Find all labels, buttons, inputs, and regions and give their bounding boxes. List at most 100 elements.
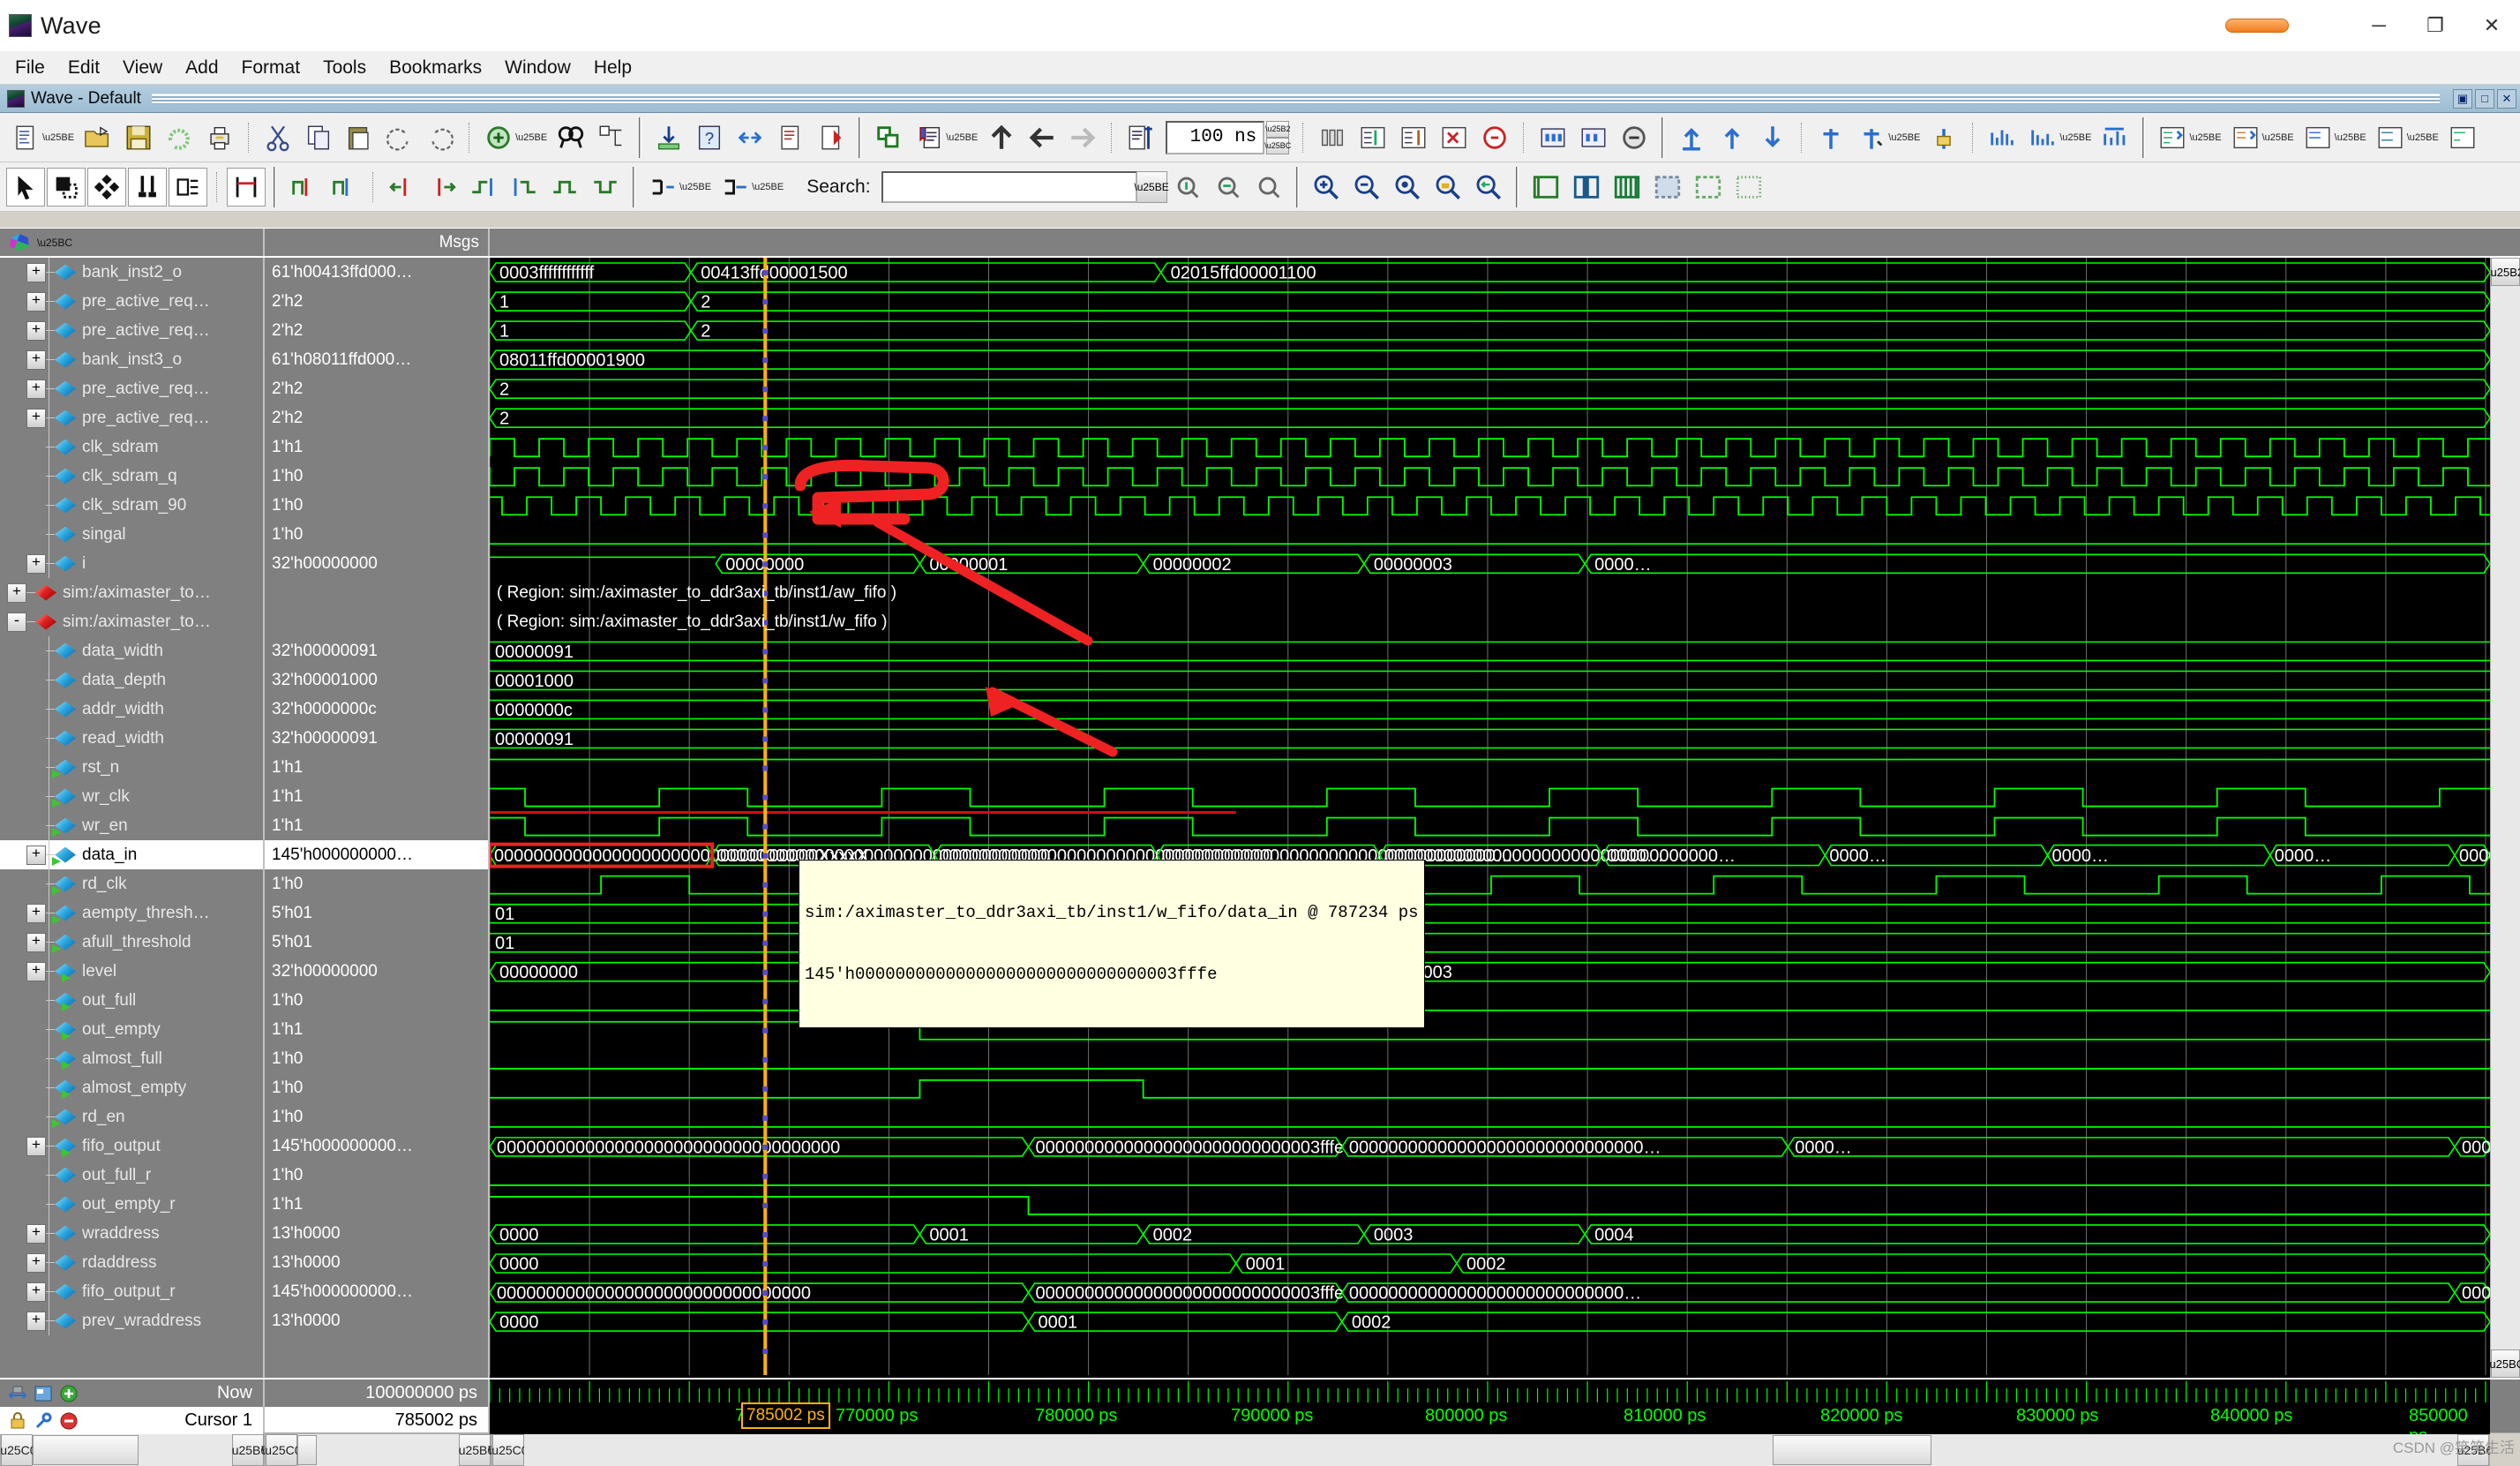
scroll-down-icon[interactable]: \u25BC [2486, 1349, 2520, 1378]
wave-grid-f-icon[interactable] [1729, 168, 1768, 207]
signal-row-out_full_r[interactable]: out_full_r [0, 1161, 263, 1190]
wave-horizontal-scrollbar[interactable]: \u25C0 \u25B6 [488, 1433, 2493, 1466]
wave-vertical-scrollbar[interactable]: \u25B2 \u25BC [2486, 258, 2520, 1378]
signal-value-row[interactable]: 1'h0 [265, 1044, 488, 1073]
bookmark-list-icon[interactable] [910, 118, 949, 157]
signal-row-rd_en[interactable]: rd_en [0, 1102, 263, 1131]
search-next-icon[interactable] [1209, 168, 1248, 207]
pane-maximize-button[interactable]: □ [2475, 88, 2494, 109]
maximize-button[interactable]: ❐ [2407, 0, 2464, 51]
search-input[interactable] [882, 172, 1136, 201]
signal-row-bank_inst2_o[interactable]: + bank_inst2_o [0, 258, 263, 287]
select-mode-icon[interactable] [6, 167, 45, 207]
signal-row-pre_active_req[interactable]: + pre_active_req… [0, 287, 263, 316]
waveform-canvas[interactable]: 0003ffffffffffff 00413ffd00001500 02015ffd… [490, 258, 2490, 1376]
signal-value-row[interactable]: 145'h000000000… [265, 1131, 488, 1161]
run-length-field[interactable]: 100 ns [1166, 120, 1265, 154]
expand-toggle[interactable]: + [26, 350, 46, 370]
signal-row-fifo_output[interactable]: + fifo_output [0, 1131, 263, 1161]
signal-value-row[interactable]: 1'h0 [265, 869, 488, 898]
wave-layout-b-dropdown-icon[interactable]: \u25BE [2262, 132, 2294, 143]
menu-view[interactable]: View [111, 54, 174, 82]
new-file-dropdown-icon[interactable]: \u25BE [42, 132, 74, 143]
wave-zoom-sel-icon[interactable] [1313, 118, 1352, 157]
find-forward-icon[interactable] [1063, 118, 1102, 157]
signal-value-row[interactable]: 1'h1 [265, 811, 488, 840]
edit-waveform-icon[interactable] [128, 167, 167, 207]
vertical-scroll-track[interactable] [2491, 286, 2520, 1349]
signal-value-row[interactable]: 1'h0 [265, 1161, 488, 1190]
signal-row-prev_wraddress[interactable]: + prev_wraddress [0, 1306, 263, 1335]
expand-toggle[interactable]: + [26, 903, 46, 923]
shrink-edge-icon[interactable] [586, 168, 625, 207]
signal-row-clk_sdram_90[interactable]: clk_sdram_90 [0, 491, 263, 520]
cursor-next-icon[interactable] [1753, 118, 1792, 157]
signal-row-wr_clk[interactable]: wr_clk [0, 782, 263, 811]
wave-scroll-track[interactable] [524, 1434, 2457, 1466]
wrench-icon[interactable] [33, 1410, 54, 1432]
signal-row-out_empty[interactable]: out_empty [0, 1015, 263, 1044]
add-wave-icon[interactable] [479, 118, 518, 157]
wave-grid-a-icon[interactable] [1526, 168, 1565, 207]
wave-layout-c-icon[interactable] [2299, 118, 2337, 157]
expand-toggle[interactable]: + [26, 1223, 46, 1244]
menu-window[interactable]: Window [493, 54, 582, 82]
signal-row-read_width[interactable]: read_width [0, 724, 263, 753]
signal-value-row[interactable]: 2'h2 [265, 403, 488, 432]
signal-row-simaximaster_to[interactable]: + sim:/aximaster_to… [0, 578, 263, 607]
open-folder-icon[interactable] [79, 118, 117, 157]
waveform-edit-props-icon[interactable] [169, 167, 207, 207]
signal-row-rd_clk[interactable]: rd_clk [0, 869, 263, 898]
signal-row-wr_en[interactable]: wr_en [0, 811, 263, 840]
signal-row-data_depth[interactable]: data_depth [0, 665, 263, 695]
cursor-time-flag[interactable]: 785002 ps [741, 1402, 830, 1429]
search-history-dropdown-icon[interactable]: \u25BE [1134, 170, 1169, 203]
signal-value-row[interactable] [265, 607, 488, 636]
expand-toggle[interactable]: + [7, 583, 26, 603]
msgs-column-header[interactable]: Msgs [265, 229, 490, 256]
signal-value-row[interactable]: 32'h00001000 [265, 665, 488, 695]
insert-edge-icon[interactable] [284, 168, 323, 207]
signal-row-level[interactable]: + level [0, 957, 263, 986]
cursor-label-row[interactable]: Cursor 1 [0, 1407, 263, 1434]
wave-layout-a-dropdown-icon[interactable]: \u25BE [2189, 132, 2221, 143]
signal-row-bank_inst3_o[interactable]: + bank_inst3_o [0, 345, 263, 374]
find-previous-icon[interactable] [982, 118, 1021, 157]
zoom-in-icon[interactable] [1307, 168, 1346, 207]
copy-icon[interactable] [299, 118, 338, 157]
signal-value-row[interactable]: 32'h0000000c [265, 695, 488, 724]
measure-icon[interactable] [7, 1383, 28, 1404]
wave-cursor-tool-icon[interactable] [227, 167, 266, 207]
search-prev-icon[interactable] [1168, 168, 1207, 207]
menu-edit[interactable]: Edit [56, 54, 111, 82]
reload-icon[interactable] [160, 118, 199, 157]
wave-sort-b-icon[interactable] [2023, 118, 2062, 157]
lock-icon[interactable] [7, 1410, 28, 1432]
signal-value-row[interactable]: 32'h00000000 [265, 957, 488, 986]
signal-row-data_width[interactable]: data_width [0, 636, 263, 665]
signal-row-rdaddress[interactable]: + rdaddress [0, 1248, 263, 1277]
signal-row-clk_sdram[interactable]: clk_sdram [0, 432, 263, 462]
signal-value-row[interactable]: 1'h1 [265, 753, 488, 782]
wave-layout-d-icon[interactable] [2371, 118, 2410, 157]
cursor-edit-icon[interactable] [1852, 118, 1891, 157]
signal-value-row[interactable]: 1'h0 [265, 462, 488, 491]
signal-value-row[interactable]: 1'h1 [265, 782, 488, 811]
scroll-up-icon[interactable]: \u25B2 [2487, 258, 2520, 286]
pan-mode-icon[interactable] [87, 167, 126, 207]
insert-cursor-icon[interactable] [1811, 118, 1850, 157]
add-cursor-icon[interactable] [58, 1383, 79, 1404]
signal-row-pre_active_req[interactable]: + pre_active_req… [0, 316, 263, 345]
print-icon[interactable] [200, 118, 239, 157]
cursor-value[interactable]: 785002 ps [265, 1407, 488, 1434]
menu-add[interactable]: Add [174, 54, 229, 82]
run-length-stepper[interactable]: \u25B2 \u25BC [1264, 120, 1291, 154]
menu-format[interactable]: Format [230, 54, 312, 82]
waveform-value-dropdown-icon[interactable]: \u25BE [679, 182, 711, 192]
time-ruler[interactable]: 785002 ps 760000 ps770000 ps780000 ps790… [490, 1380, 2490, 1446]
names-scroll-thumb[interactable] [33, 1435, 139, 1465]
stepper-down-icon[interactable]: \u25BC [1264, 137, 1291, 154]
zoom-range-icon[interactable] [1469, 168, 1508, 207]
wave-delete-icon[interactable] [1435, 118, 1474, 157]
signal-value-row[interactable]: 1'h1 [265, 1015, 488, 1044]
